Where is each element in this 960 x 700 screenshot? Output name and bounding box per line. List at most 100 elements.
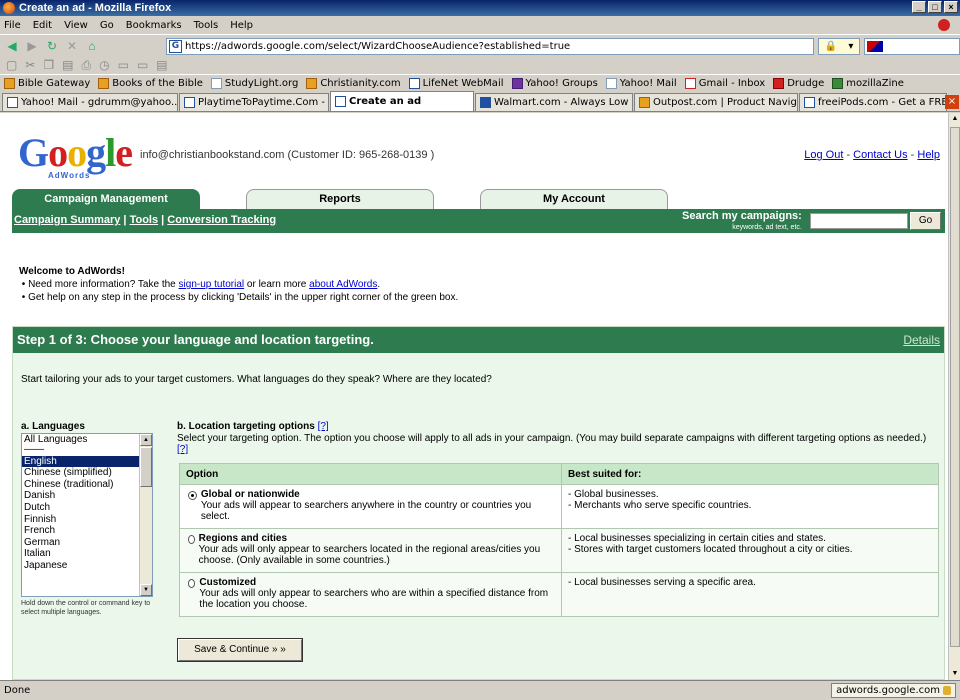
browser-tab-active[interactable]: Create an ad [330,91,474,111]
menu-help[interactable]: Help [230,20,253,31]
minimize-button[interactable]: _ [912,1,926,13]
home-icon[interactable]: ⌂ [84,38,100,54]
conversion-tracking-link[interactable]: Conversion Tracking [167,214,276,226]
menu-go[interactable]: Go [100,20,114,31]
close-button[interactable]: × [944,1,958,13]
menu-edit[interactable]: Edit [33,20,52,31]
about-adwords-link[interactable]: about AdWords [309,279,377,290]
language-option[interactable]: French [22,525,152,537]
paste-icon[interactable]: ▤ [62,58,73,72]
browser-tab[interactable]: Yahoo! Mail - gdrumm@yahoo... [2,93,178,111]
scroll-up-icon[interactable]: ▲ [950,113,960,125]
option-row-regions[interactable]: Regions and cities Your ads will only ap… [179,528,939,573]
contact-link[interactable]: Contact Us [853,149,907,161]
bookmark-item[interactable]: Gmail - Inbox [684,78,765,89]
language-option[interactable]: Dutch [22,502,152,514]
page-scroll-thumb[interactable] [950,127,960,647]
bookmark-item[interactable]: Drudge [773,78,824,89]
scroll-down-icon[interactable]: ▼ [950,668,960,680]
bookmark-item[interactable]: LifeNet WebMail [408,78,504,89]
browser-tab[interactable]: Outpost.com | Product Navig... [634,93,798,111]
language-option[interactable]: Chinese (simplified) [22,467,152,479]
new-icon[interactable]: ▢ [6,58,17,72]
option-row-global[interactable]: Global or nationwide Your ads will appea… [179,484,939,529]
bookmark-item[interactable]: Yahoo! Mail [605,78,677,89]
browser-tab[interactable]: PlaytimeToPaytime.Com - Ho... [179,93,329,111]
language-option-selected[interactable]: English [22,455,152,468]
bookmark-item[interactable]: mozillaZine [832,78,904,89]
page-scrollbar[interactable]: ▲ ▼ [948,113,960,680]
menu-tools[interactable]: Tools [194,20,219,31]
print-icon[interactable]: ⎙ [82,58,92,73]
url-bar[interactable]: G https://adwords.google.com/select/Wiza… [166,38,814,55]
search-campaigns-input[interactable] [810,213,908,229]
language-option[interactable]: Japanese [22,560,152,572]
browser-tab[interactable]: Walmart.com - Always Low Pr... [475,93,633,111]
logout-link[interactable]: Log Out [804,149,843,161]
menu-file[interactable]: File [4,20,21,31]
scroll-thumb[interactable] [140,447,152,487]
option-row-customized[interactable]: Customized Your ads will only appear to … [179,572,939,617]
language-option[interactable]: Finnish [22,514,152,526]
lock-icon [943,686,951,695]
languages-listbox[interactable]: All Languages —— English Chinese (simpli… [21,433,153,597]
details-link[interactable]: Details [903,327,940,353]
bookmark-item[interactable]: Christianity.com [306,78,401,89]
language-option[interactable]: Italian [22,548,152,560]
copy-icon[interactable]: ❐ [43,58,54,72]
location-help-link[interactable]: [?] [318,421,329,432]
option-desc: Your ads will only appear to searchers l… [198,544,541,566]
welcome-line-1: • Need more information? Take the sign-u… [19,279,381,290]
history-icon[interactable]: ◷ [99,58,109,72]
dropdown-icon[interactable]: ▾ [848,41,853,52]
search-engine-box[interactable] [864,38,960,55]
scroll-up-icon[interactable]: ▲ [140,434,152,446]
forward-icon[interactable]: ▶ [24,38,40,54]
stop-icon[interactable] [938,19,950,31]
maximize-button[interactable]: □ [928,1,942,13]
close-tab-icon[interactable]: × [945,95,959,109]
radio-global[interactable] [188,491,197,500]
help-link[interactable]: Help [917,149,940,161]
browser-tab[interactable]: freeiPods.com - Get a FREE iP... [799,93,947,111]
option-title: Regions and cities [198,533,288,544]
reload-icon[interactable]: ↻ [44,38,60,54]
save-continue-button[interactable]: Save & Continue » » [177,638,303,662]
bookmark-item[interactable]: Books of the Bible [98,78,203,89]
cut-icon[interactable]: ✂ [25,58,35,72]
go-button[interactable]: Go [910,212,941,230]
language-option[interactable]: German [22,537,152,549]
radio-customized[interactable] [188,579,196,588]
status-domain[interactable]: adwords.google.com [831,683,956,698]
bookmark-icon [4,78,15,89]
tab-icon[interactable]: ▭ [137,58,148,72]
gmail-icon [684,78,696,89]
campaign-summary-link[interactable]: Campaign Summary [14,214,120,226]
print-preview-icon[interactable]: ▤ [156,58,167,72]
tutorial-link[interactable]: sign-up tutorial [179,279,245,290]
language-option[interactable]: Chinese (traditional) [22,479,152,491]
tab-my-account[interactable]: My Account [480,189,668,209]
window-icon[interactable]: ▭ [118,58,129,72]
languages-scrollbar[interactable]: ▲ ▼ [139,434,152,596]
tools-link[interactable]: Tools [130,214,159,226]
security-indicator[interactable]: 🔒 ▾ [818,38,860,55]
tab-reports[interactable]: Reports [246,189,434,209]
google-adwords-logo[interactable]: Google AdWords [18,133,133,181]
scroll-down-icon[interactable]: ▼ [140,584,152,596]
bookmark-item[interactable]: StudyLight.org [210,78,298,89]
menu-bookmarks[interactable]: Bookmarks [126,20,182,31]
targeting-help-link[interactable]: [?] [177,444,188,455]
best-suited-item: - Local businesses specializing in certa… [568,533,826,544]
best-suited-item: - Merchants who serve specific countries… [568,500,752,511]
back-icon[interactable]: ◀ [4,38,20,54]
bookmark-item[interactable]: Yahoo! Groups [511,78,598,89]
bookmark-item[interactable]: Bible Gateway [4,78,90,89]
stop-load-icon[interactable]: ✕ [64,38,80,54]
menu-view[interactable]: View [64,20,88,31]
logo-subtitle: AdWords [48,171,91,180]
language-option[interactable]: Danish [22,490,152,502]
tab-campaign-management[interactable]: Campaign Management [12,189,200,209]
best-suited-item: - Stores with target customers located t… [568,544,853,555]
radio-regions[interactable] [188,535,195,544]
